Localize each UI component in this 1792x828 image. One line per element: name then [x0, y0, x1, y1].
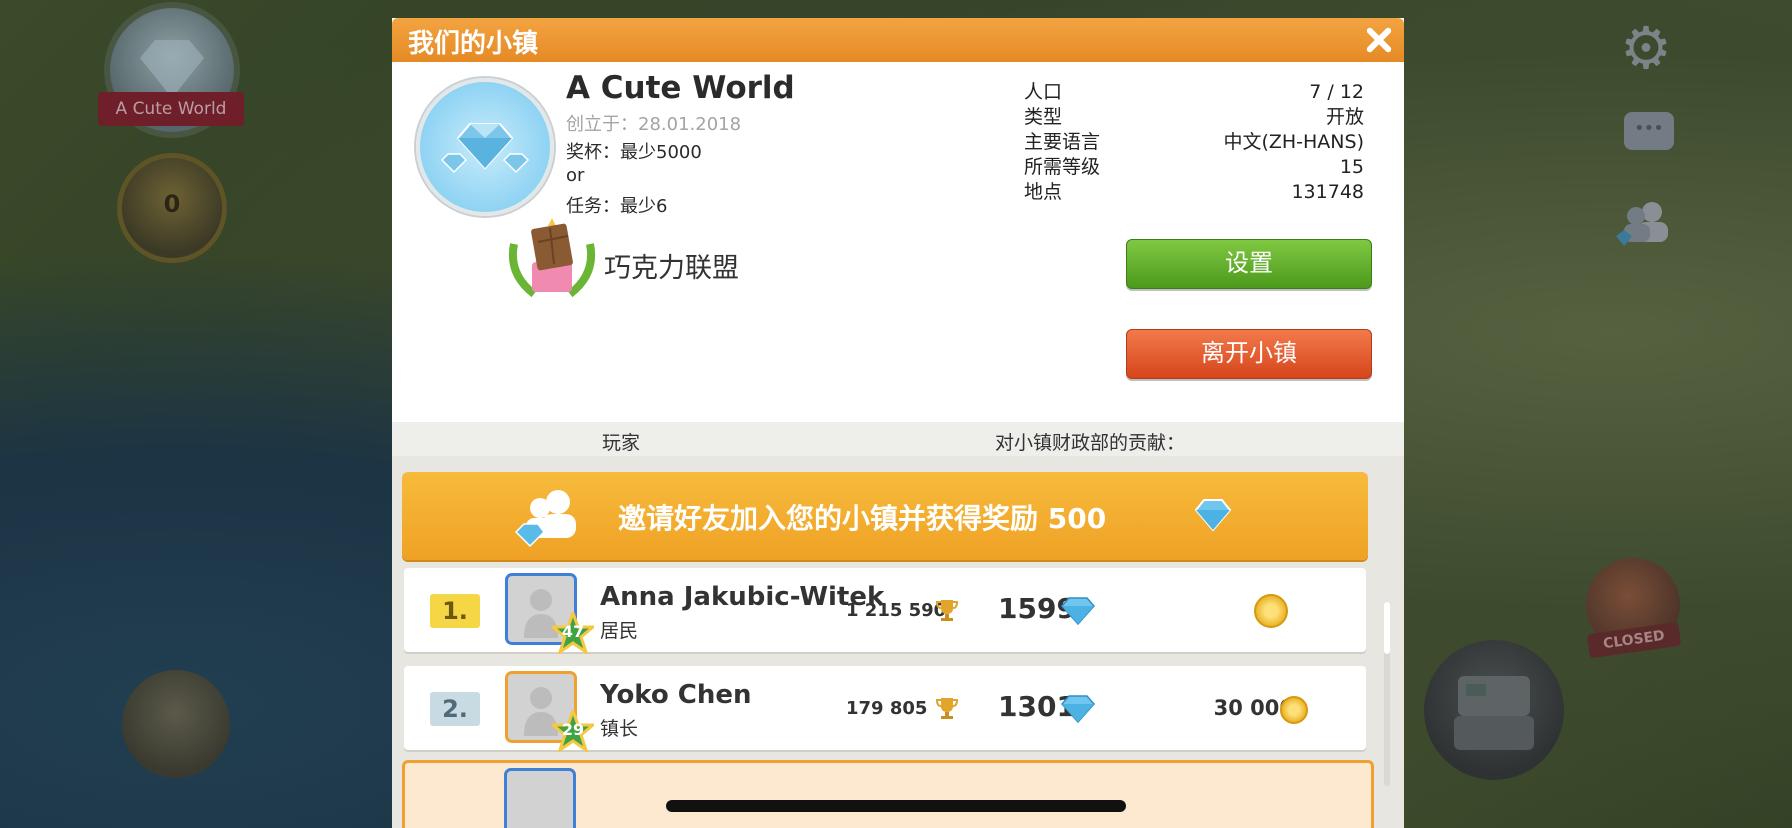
stat-required-level: 所需等级 15 — [1024, 155, 1364, 180]
player-row[interactable]: 1. 47 Anna Jakubic-Witek 居民 1 215 590 15… — [404, 568, 1366, 654]
player-row[interactable]: 2. 29 Yoko Chen 镇长 179 805 1301 30 000 — [404, 666, 1366, 752]
friends-icon[interactable] — [1612, 198, 1676, 248]
town-badge-label: A Cute World — [98, 92, 244, 126]
stat-type: 类型 开放 — [1024, 105, 1364, 130]
trophy-requirement: 奖杯：最少5000 — [566, 142, 702, 163]
player-list-header: 玩家 对小镇财政部的贡献： — [392, 422, 1404, 456]
rank-badge-value: 0 — [163, 190, 181, 218]
stat-label: 主要语言 — [1024, 131, 1101, 153]
diamond-icon — [1061, 597, 1095, 626]
trophy-icon — [936, 698, 958, 719]
player-role: 居民 — [600, 620, 639, 642]
founded-date: 创立于：28.01.2018 — [566, 114, 742, 135]
rank-badge-button[interactable]: 0 — [122, 158, 222, 258]
requirement-or: or — [566, 165, 585, 186]
league-chocolate-icon — [504, 214, 600, 304]
home-indicator[interactable] — [666, 800, 1126, 812]
settings-button[interactable]: 设置 — [1126, 239, 1372, 289]
build-menu-button[interactable] — [122, 670, 230, 778]
player-trophies: 179 805 — [846, 698, 928, 719]
scrollbar-thumb[interactable] — [1384, 602, 1390, 654]
stat-label: 所需等级 — [1024, 156, 1101, 178]
close-button[interactable] — [1360, 22, 1396, 58]
diamond-icon — [440, 123, 530, 174]
stat-language: 主要语言 中文(ZH-HANS) — [1024, 130, 1364, 155]
rank-tag: 1. — [430, 594, 480, 628]
town-emblem — [416, 78, 554, 216]
cash-register-button[interactable] — [1424, 640, 1564, 780]
avatar — [507, 771, 573, 828]
coin-icon — [1280, 696, 1308, 724]
invite-friends-banner[interactable]: 邀请好友加入您的小镇并获得奖励 500 — [402, 472, 1368, 560]
player-list[interactable]: 邀请好友加入您的小镇并获得奖励 500 1. 47 Anna Jakubic-W… — [392, 456, 1404, 828]
stat-label: 人口 — [1024, 81, 1063, 103]
player-name: Yoko Chen — [600, 680, 752, 710]
player-trophies: 1 215 590 — [846, 600, 947, 621]
stat-label: 类型 — [1024, 106, 1063, 128]
invite-text: 邀请好友加入您的小镇并获得奖励 500 — [618, 502, 1107, 535]
diamond-icon — [1194, 498, 1232, 532]
stat-value: 131748 — [1291, 181, 1364, 203]
dialog-title: 我们的小镇 — [408, 29, 539, 59]
column-contribution: 对小镇财政部的贡献： — [995, 432, 1186, 454]
player-level: 29 — [561, 720, 585, 739]
stat-location: 地点 131748 — [1024, 180, 1364, 205]
gear-icon[interactable]: ⚙ — [1620, 14, 1672, 82]
coin-icon — [1254, 594, 1288, 628]
rank-tag: 2. — [430, 692, 480, 726]
stat-population: 人口 7 / 12 — [1024, 80, 1364, 105]
player-name: Anna Jakubic-Witek — [600, 582, 885, 612]
column-player: 玩家 — [602, 432, 641, 454]
diamond-icon — [1061, 695, 1095, 724]
leave-town-button[interactable]: 离开小镇 — [1126, 329, 1372, 379]
stat-value: 中文(ZH-HANS) — [1223, 131, 1364, 153]
dialog-header: 我们的小镇 — [392, 18, 1404, 62]
invite-friends-icon — [512, 486, 584, 550]
trophy-icon — [936, 600, 958, 621]
player-level: 47 — [561, 622, 585, 641]
town-name: A Cute World — [566, 70, 795, 106]
player-row-highlighted[interactable] — [402, 760, 1374, 828]
chat-icon[interactable] — [1624, 112, 1674, 150]
stat-label: 地点 — [1024, 181, 1063, 203]
stat-value: 15 — [1339, 156, 1364, 178]
town-stats: 人口 7 / 12 类型 开放 主要语言 中文(ZH-HANS) 所需等级 15… — [1024, 80, 1364, 205]
cash-register-icon — [1454, 676, 1534, 750]
stat-value: 开放 — [1325, 106, 1364, 128]
town-dialog: 我们的小镇 A Cute World 创立于：28.01.2018 奖杯：最少5… — [392, 18, 1404, 828]
league-name: 巧克力联盟 — [604, 253, 739, 284]
player-role: 镇长 — [600, 718, 639, 740]
stat-value: 7 / 12 — [1309, 81, 1364, 103]
